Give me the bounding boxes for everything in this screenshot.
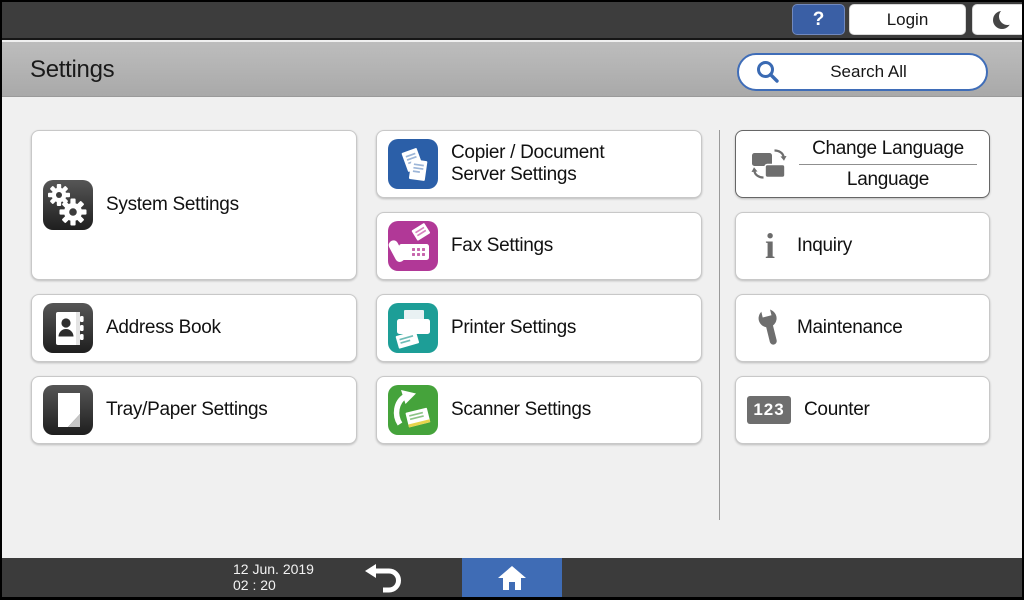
home-icon (496, 564, 528, 592)
back-button[interactable] (360, 561, 408, 594)
printer-settings-button[interactable]: Printer Settings (376, 294, 702, 362)
fax-icon (388, 221, 438, 271)
address-book-button[interactable]: Address Book (31, 294, 357, 362)
search-all-button[interactable]: Search All (737, 53, 988, 91)
inquiry-button[interactable]: i Inquiry (735, 212, 990, 280)
column-divider (719, 130, 720, 520)
settings-screen: ? Login Settings Search All (0, 0, 1024, 600)
card-label: Printer Settings (451, 317, 576, 339)
counter-button[interactable]: 123 Counter (735, 376, 990, 444)
card-label: Tray/Paper Settings (106, 399, 268, 421)
change-language-label-top: Change Language (799, 138, 977, 164)
card-label: Maintenance (797, 317, 903, 339)
system-settings-button[interactable]: System Settings (31, 130, 357, 280)
top-bar: ? Login (0, 0, 1024, 40)
paper-icon (43, 385, 93, 435)
header: Settings Search All (0, 42, 1024, 97)
fax-settings-button[interactable]: Fax Settings (376, 212, 702, 280)
login-button[interactable]: Login (849, 4, 966, 35)
change-language-label-bottom: Language (799, 165, 977, 191)
tray-paper-settings-button[interactable]: Tray/Paper Settings (31, 376, 357, 444)
copier-icon (388, 139, 438, 189)
date-label: 12 Jun. 2019 (233, 561, 314, 577)
copier-document-server-settings-button[interactable]: Copier / Document Server Settings (376, 130, 702, 198)
change-language-icon (747, 146, 793, 182)
scanner-icon (388, 385, 438, 435)
card-label: Address Book (106, 317, 221, 339)
scanner-settings-button[interactable]: Scanner Settings (376, 376, 702, 444)
change-language-button[interactable]: Change Language Language (735, 130, 990, 198)
date-time: 12 Jun. 2019 02 : 20 (233, 561, 314, 593)
wrench-icon (747, 306, 793, 350)
bottom-bar: 12 Jun. 2019 02 : 20 (0, 558, 1024, 597)
gears-icon (43, 180, 93, 230)
printer-icon (388, 303, 438, 353)
back-arrow-icon (364, 563, 404, 593)
energy-saver-button[interactable] (972, 4, 1024, 35)
card-label: Fax Settings (451, 235, 553, 257)
card-label: Copier / Document Server Settings (451, 142, 631, 186)
card-label: Scanner Settings (451, 399, 591, 421)
change-language-label: Change Language Language (799, 138, 977, 191)
time-label: 02 : 20 (233, 577, 314, 593)
login-label: Login (887, 10, 929, 30)
help-label: ? (813, 9, 825, 31)
card-label: Inquiry (797, 235, 852, 257)
maintenance-button[interactable]: Maintenance (735, 294, 990, 362)
home-button[interactable] (462, 558, 562, 597)
counter-123-icon: 123 (747, 396, 791, 424)
card-label: System Settings (106, 194, 239, 216)
moon-icon (990, 7, 1016, 33)
card-label: Counter (804, 399, 870, 421)
search-label: Search All (781, 62, 986, 82)
inquiry-icon: i (747, 228, 793, 264)
address-book-icon (43, 303, 93, 353)
page-title: Settings (30, 56, 114, 84)
help-button[interactable]: ? (792, 4, 845, 35)
search-icon (755, 59, 781, 85)
